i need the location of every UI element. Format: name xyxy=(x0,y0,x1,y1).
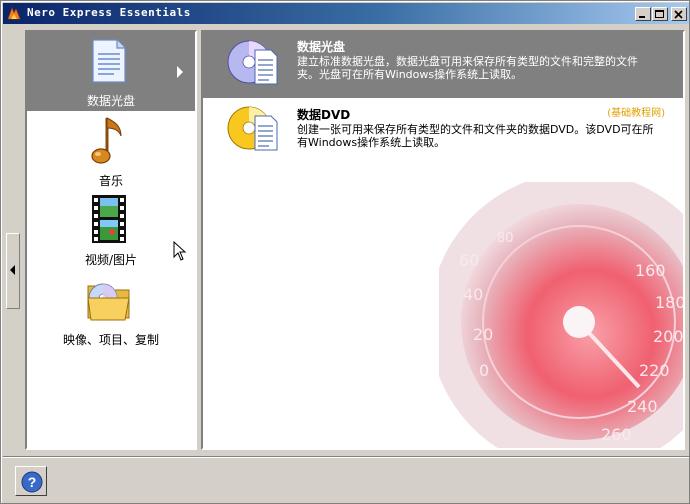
gauge-tick-label: 160 xyxy=(635,261,666,280)
sidebar-item-label: 音乐 xyxy=(98,174,123,188)
sidebar-item-video-photo[interactable]: 视频/图片 xyxy=(27,192,195,272)
help-question-icon: ? xyxy=(21,471,43,493)
gauge-tick-label: 220 xyxy=(639,361,670,380)
task-data-disc[interactable]: 数据光盘 建立标准数据光盘，数据光盘可用来保存所有类型的文件和完整的文件夹。光盘… xyxy=(203,32,683,98)
gauge-tick-label: 60 xyxy=(459,251,479,270)
speedometer-background-graphic: 40 20 0 60 80 160 180 200 220 240 260 xyxy=(439,182,685,448)
gauge-tick-label: 240 xyxy=(627,397,658,416)
category-sidebar: 数据光盘 音乐 视频/图片 映像、项目、复制 xyxy=(25,30,197,450)
task-title: 数据光盘 xyxy=(297,40,346,54)
collapse-panel-tab[interactable] xyxy=(6,233,20,309)
mouse-cursor-icon xyxy=(173,241,187,261)
gauge-tick-label: 40 xyxy=(463,285,483,304)
maximize-icon xyxy=(655,10,664,18)
sidebar-item-label: 映像、项目、复制 xyxy=(62,333,159,347)
nero-express-window: Nero Express Essentials 数据光盘 音乐 视频/图片 映像… xyxy=(0,0,690,504)
task-description: 建立标准数据光盘，数据光盘可用来保存所有类型的文件和完整的文件夹。光盘可在所有W… xyxy=(297,55,638,81)
sidebar-item-label: 视频/图片 xyxy=(84,253,138,267)
music-note-icon xyxy=(91,117,122,164)
close-icon xyxy=(674,10,683,19)
gauge-tick-label: 180 xyxy=(655,293,685,312)
close-button[interactable] xyxy=(671,7,687,21)
nero-flame-icon xyxy=(7,7,21,20)
gauge-tick-label: 200 xyxy=(653,327,684,346)
gauge-tick-label: 80 xyxy=(497,231,514,246)
watermark-text: (基础教程网) xyxy=(607,108,665,119)
data-disc-document-icon xyxy=(92,39,126,83)
sidebar-item-image-project-copy[interactable]: 映像、项目、复制 xyxy=(27,274,195,352)
gauge-tick-label: 260 xyxy=(601,425,632,444)
task-panel: 40 20 0 60 80 160 180 200 220 240 260 数据… xyxy=(201,30,685,450)
bottom-bar: ? xyxy=(3,456,689,503)
gauge-tick-label: 0 xyxy=(479,361,489,380)
selected-arrow-icon xyxy=(177,66,183,78)
task-title: 数据DVD xyxy=(297,108,351,122)
film-strip-icon xyxy=(92,195,126,243)
title-bar[interactable]: Nero Express Essentials xyxy=(3,3,689,24)
dvd-document-icon xyxy=(227,106,278,151)
help-button[interactable]: ? xyxy=(15,466,47,496)
sidebar-item-music[interactable]: 音乐 xyxy=(27,112,195,190)
task-description: 创建一张可用来保存所有类型的文件和文件夹的数据DVD。该DVD可在所有Windo… xyxy=(297,123,654,149)
sidebar-item-label: 数据光盘 xyxy=(86,94,135,108)
svg-text:?: ? xyxy=(28,474,37,490)
gauge-tick-label: 20 xyxy=(473,325,493,344)
folder-disc-icon xyxy=(87,283,130,321)
cd-document-icon xyxy=(227,40,278,85)
task-data-dvd[interactable]: 数据DVD (基础教程网) 创建一张可用来保存所有类型的文件和文件夹的数据DVD… xyxy=(203,100,683,160)
minimize-icon xyxy=(639,16,645,18)
minimize-button[interactable] xyxy=(635,7,651,21)
maximize-button[interactable] xyxy=(652,7,668,21)
sidebar-item-data-disc[interactable]: 数据光盘 xyxy=(27,32,195,111)
window-title: Nero Express Essentials xyxy=(27,6,191,19)
